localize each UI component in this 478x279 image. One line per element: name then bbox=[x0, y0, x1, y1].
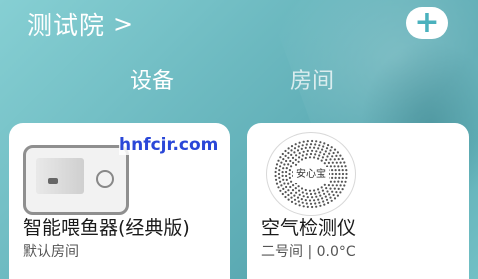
feeder-slot bbox=[48, 178, 58, 184]
tab-rooms[interactable]: 房间 bbox=[290, 63, 334, 95]
device-room: 默认房间 bbox=[23, 244, 79, 260]
device-name: 空气检测仪 bbox=[261, 217, 357, 239]
air-monitor-brand: 安心宝 bbox=[293, 167, 329, 183]
feeder-panel bbox=[36, 158, 84, 194]
device-name: 智能喂鱼器(经典版) bbox=[23, 217, 190, 239]
chevron-right-icon: > bbox=[113, 10, 135, 38]
device-card-fish-feeder[interactable]: hnfcjr.com 智能喂鱼器(经典版) 默认房间 bbox=[9, 123, 230, 279]
tab-bar: 设备 房间 bbox=[0, 63, 478, 97]
plus-icon: + bbox=[414, 5, 440, 40]
home-title: 测试院 bbox=[27, 11, 106, 40]
home-selector[interactable]: 测试院 > bbox=[27, 6, 134, 42]
device-card-air-monitor[interactable]: 安心宝 空气检测仪 二号间 | 0.0°C bbox=[247, 123, 469, 279]
fish-feeder-image bbox=[23, 145, 129, 215]
feeder-knob bbox=[96, 170, 114, 188]
tab-devices[interactable]: 设备 bbox=[130, 63, 174, 95]
add-device-button[interactable]: + bbox=[406, 7, 448, 39]
watermark-text: hnfcjr.com bbox=[119, 135, 219, 155]
device-room: 二号间 | 0.0°C bbox=[261, 244, 356, 260]
air-monitor-image: 安心宝 bbox=[267, 133, 355, 215]
